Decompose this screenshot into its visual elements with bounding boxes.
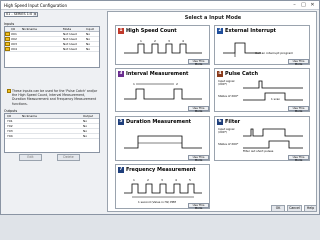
minimize-button[interactable]: – — [290, 2, 299, 8]
outputs-table: I/O Nickname Output Y01 No Y02 No Y03 No… — [4, 113, 100, 153]
svg-text:1: 1 — [133, 82, 135, 86]
scan-label: 1 scan — [271, 97, 281, 101]
mode-name: Pulse Catch — [225, 71, 259, 77]
mode-external-interrupt[interactable]: 2 External Interrupt Call an interrupt p… — [214, 25, 310, 66]
input-tag-icon — [5, 37, 10, 41]
mode-name: High Speed Count — [126, 28, 177, 34]
warning-icon — [7, 89, 11, 93]
ok-button[interactable]: OK — [271, 205, 285, 212]
close-button[interactable]: ✕ — [308, 2, 317, 8]
input-signal-label: Input signal (X00*) — [218, 127, 235, 135]
table-row[interactable]: X04 Not Used No — [5, 47, 99, 52]
mode-number-badge: 6 — [217, 119, 223, 125]
left-panel: 01 - SERIES 1:0 ▼ Inputs I/O Nickname Mo… — [4, 11, 102, 211]
row-io: X04 — [11, 47, 17, 51]
interval-diagram-icon: 12 — [124, 82, 202, 100]
base-select-value: 01 - SERIES 1:0 — [6, 12, 33, 16]
mode-duration-measurement[interactable]: 5 Duration Measurement Use This Mode — [115, 116, 210, 162]
svg-text:4: 4 — [182, 39, 184, 43]
svg-text:5: 5 — [189, 178, 191, 182]
input-tag-icon — [5, 32, 10, 36]
svg-text:3: 3 — [161, 178, 163, 182]
help-button[interactable]: Help — [304, 205, 317, 212]
use-this-mode-button[interactable]: Use This Mode — [288, 59, 309, 66]
row-input: No — [86, 47, 91, 51]
delete-button[interactable]: Delete — [57, 154, 80, 161]
mode-panel-title: Select a Input Mode — [184, 15, 242, 21]
mode-number-badge: 3 — [118, 71, 124, 77]
mode-frequency-measurement[interactable]: 7 Frequency Measurement 1 2 3 4 5 1 second (… — [115, 164, 210, 210]
mode-name: Interval Measurement — [126, 71, 189, 77]
mode-selection-panel: Select a Input Mode 1 High Speed Count 1… — [107, 11, 317, 212]
table-row[interactable]: Y04 No — [5, 134, 99, 139]
frequency-diagram-icon: 1 2 3 4 5 — [124, 178, 202, 198]
svg-text:2: 2 — [147, 178, 149, 182]
svg-text:1: 1 — [140, 39, 142, 43]
use-this-mode-button[interactable]: Use This Mode — [288, 155, 309, 162]
high-speed-input-window: High Speed Input Configuration – □ ✕ 01 … — [0, 0, 320, 215]
mode-number-badge: 2 — [217, 28, 223, 34]
cancel-button[interactable]: Cancel — [287, 205, 302, 212]
svg-text:4: 4 — [175, 178, 177, 182]
input-tag-icon — [5, 47, 10, 51]
use-this-mode-button[interactable]: Use This Mode — [288, 106, 309, 113]
row-output: No — [83, 134, 88, 138]
window-title: High Speed Input Configuration — [4, 3, 68, 8]
mode-caption: Filter out short pulses — [243, 149, 274, 153]
input-signal-label: Input signal (X00*) — [218, 79, 235, 87]
mode-name: Frequency Measurement — [126, 167, 196, 173]
use-this-mode-button[interactable]: Use This Mode — [188, 59, 209, 66]
row-mode: Not Used — [63, 47, 77, 51]
mode-name: External Interrupt — [225, 28, 276, 34]
mode-caption: Call an interrupt program — [255, 51, 294, 55]
duration-diagram-icon — [124, 135, 202, 149]
svg-text:3: 3 — [168, 39, 170, 43]
inputs-table: I/O Nickname Mode Input X01 Not Used No … — [4, 26, 100, 68]
use-this-mode-button[interactable]: Use This Mode — [188, 106, 209, 113]
mode-interval-measurement[interactable]: 3 Interval Measurement 12 Use This Mode — [115, 68, 210, 113]
mode-number-badge: 5 — [118, 119, 124, 125]
mode-high-speed-count[interactable]: 1 High Speed Count 1 2 3 4 Use This Mode — [115, 25, 210, 66]
status-label: Status of X00* — [218, 142, 239, 146]
row-io: Y04 — [7, 134, 13, 138]
mode-caption: 1 second (Value in Hz) PPM — [138, 200, 176, 204]
mode-filter[interactable]: 6 Filter Input signal (X00*) Status of X… — [214, 116, 310, 162]
svg-text:1: 1 — [133, 178, 135, 182]
status-label: Status of X00* — [218, 94, 239, 98]
pulse-train-diagram-icon: 1 2 3 4 — [124, 39, 202, 54]
edit-button[interactable]: Edit — [19, 154, 42, 161]
maximize-button[interactable]: □ — [299, 2, 308, 8]
chevron-down-icon: ▼ — [33, 13, 37, 16]
use-this-mode-button[interactable]: Use This Mode — [188, 155, 209, 162]
base-select[interactable]: 01 - SERIES 1:0 ▼ — [4, 12, 38, 17]
svg-text:2: 2 — [154, 39, 156, 43]
mode-number-badge: 7 — [118, 167, 124, 173]
mode-number-badge: 4 — [217, 71, 223, 77]
mode-name: Filter — [225, 119, 241, 125]
mode-name: Duration Measurement — [126, 119, 192, 125]
input-tag-icon — [5, 42, 10, 46]
title-bar: High Speed Input Configuration – □ ✕ — [1, 1, 319, 10]
use-this-mode-button[interactable]: Use This Mode — [188, 203, 209, 210]
svg-text:2: 2 — [176, 82, 178, 86]
mode-pulse-catch[interactable]: 4 Pulse Catch Input signal (X00*) Status… — [214, 68, 310, 113]
input-note: These inputs can be used for the 'Pulse … — [12, 89, 98, 106]
mode-number-badge: 1 — [118, 28, 124, 34]
